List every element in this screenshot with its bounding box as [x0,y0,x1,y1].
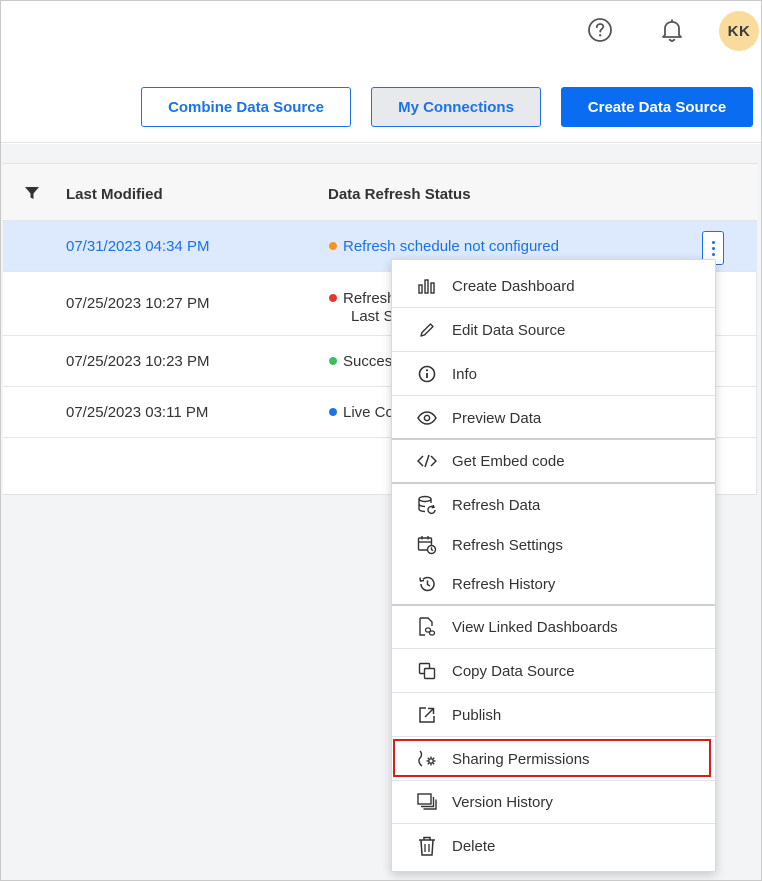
table-header: Last Modified Data Refresh Status [3,164,757,221]
menu-item-label: Create Dashboard [452,277,575,295]
menu-item-label: Edit Data Source [452,321,566,339]
refresh-status-cell: Live Co [329,404,394,421]
avatar[interactable]: KK [719,11,759,51]
menu-item-sharing-permissions[interactable]: Sharing Permissions [392,737,715,781]
publish-icon [416,704,438,726]
status-dot [329,294,337,302]
column-header-last-modified[interactable]: Last Modified [66,186,163,203]
bell-icon[interactable] [658,16,686,44]
status-text: Succes [343,353,393,370]
menu-item-label: Info [452,365,478,383]
version-stack-icon [416,791,438,813]
menu-item-label: Delete [452,837,496,855]
app-window: KK Combine Data Source My Connections Cr… [0,0,762,881]
menu-item-label: View Linked Dashboards [452,618,618,636]
info-icon [416,363,438,385]
database-refresh-icon [416,494,438,516]
trash-icon [416,835,438,857]
menu-item-label: Sharing Permissions [452,750,590,768]
menu-item-refresh-settings[interactable]: Refresh Settings [392,523,715,567]
menu-item-copy-data-source[interactable]: Copy Data Source [392,649,715,693]
status-subtext: Last S [351,308,394,325]
menu-item-refresh-data[interactable]: Refresh Data [392,483,715,527]
last-modified-cell: 07/31/2023 04:34 PM [66,238,210,255]
eye-icon [416,407,438,429]
last-modified-cell: 07/25/2023 10:23 PM [66,353,210,370]
menu-item-label: Refresh Settings [452,536,563,554]
menu-item-version-history[interactable]: Version History [392,780,715,824]
menu-item-label: Version History [452,793,553,811]
bar-chart-icon [416,275,438,297]
column-header-refresh-status[interactable]: Data Refresh Status [328,186,471,203]
file-link-icon [416,616,438,638]
status-text: Live Co [343,404,394,421]
menu-item-label: Copy Data Source [452,662,575,680]
menu-item-edit-data-source[interactable]: Edit Data Source [392,308,715,352]
history-icon [416,573,438,595]
menu-item-publish[interactable]: Publish [392,693,715,737]
status-text: Refresh [343,290,396,307]
share-settings-icon [416,748,438,770]
status-dot [329,357,337,365]
code-icon [416,450,438,472]
menu-item-create-dashboard[interactable]: Create Dashboard [392,264,715,308]
status-dot [329,242,337,250]
copy-icon [416,660,438,682]
menu-item-label: Refresh Data [452,496,541,514]
menu-item-delete[interactable]: Delete [392,824,715,868]
top-bar: KK Combine Data Source My Connections Cr… [1,1,761,143]
menu-item-get-embed-code[interactable]: Get Embed code [392,439,715,483]
pencil-icon [416,319,438,341]
refresh-status-cell: Refresh schedule not configured [329,238,559,255]
last-modified-cell: 07/25/2023 10:27 PM [66,295,210,312]
menu-item-view-linked-dashboards[interactable]: View Linked Dashboards [392,605,715,649]
menu-item-info[interactable]: Info [392,352,715,396]
status-dot [329,408,337,416]
menu-item-refresh-history[interactable]: Refresh History [392,562,715,606]
row-actions-menu: Create Dashboard Edit Data Source Info P… [391,259,716,872]
status-text: Refresh schedule not configured [343,238,559,255]
menu-item-label: Publish [452,706,502,724]
menu-item-label: Preview Data [452,409,542,427]
refresh-status-cell: Succes [329,353,392,370]
my-connections-button[interactable]: My Connections [371,87,541,127]
menu-item-label: Get Embed code [452,452,565,470]
calendar-clock-icon [416,534,438,556]
combine-data-source-button[interactable]: Combine Data Source [141,87,351,127]
help-circle-icon[interactable] [587,17,613,43]
menu-item-label: Refresh History [452,575,556,593]
menu-item-preview-data[interactable]: Preview Data [392,396,715,440]
last-modified-cell: 07/25/2023 03:11 PM [66,404,209,421]
refresh-status-cell: Refresh [329,290,396,307]
create-data-source-button[interactable]: Create Data Source [561,87,753,127]
filter-icon[interactable] [24,185,40,201]
